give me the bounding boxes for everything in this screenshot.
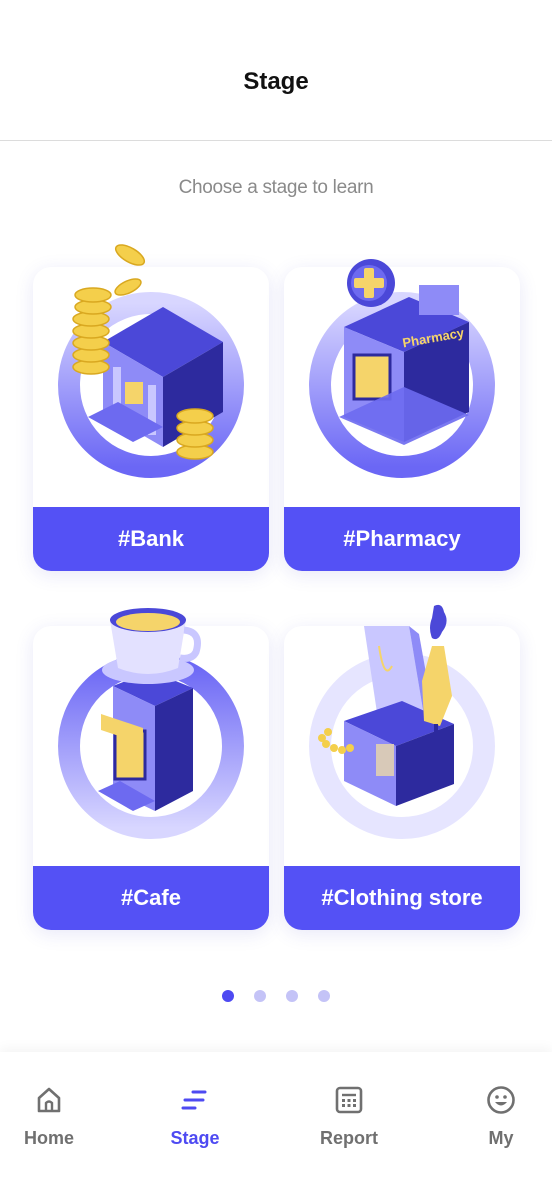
clothing-store-illustration (309, 626, 495, 839)
nav-stage[interactable]: Stage (145, 1082, 245, 1162)
bottom-navigation: Home Stage Report My (0, 1052, 552, 1194)
stage-card-pharmacy[interactable]: Pharmacy #Pharmacy (284, 267, 520, 571)
page-dot-4[interactable] (318, 990, 330, 1002)
stage-subtitle: Choose a stage to learn (178, 177, 374, 198)
smiley-icon (483, 1082, 519, 1118)
nav-label-my: My (488, 1128, 514, 1148)
cafe-illustration (58, 653, 244, 839)
stage-label-bank: #Bank (33, 507, 269, 571)
nav-label-home: Home (23, 1128, 74, 1148)
stage-card-bank[interactable]: #Bank (33, 267, 269, 571)
pagination-dots (0, 990, 552, 1002)
home-icon (31, 1082, 67, 1118)
stage-card-clothing-store[interactable]: #Clothing store (284, 626, 520, 930)
nav-my[interactable]: My (451, 1082, 551, 1162)
bank-illustration (58, 278, 244, 478)
stage-label-clothing-store: #Clothing store (284, 866, 520, 930)
calculator-icon (331, 1082, 367, 1118)
flying-coin-icon (114, 244, 146, 266)
page-dot-1[interactable] (222, 990, 234, 1002)
nav-label-stage: Stage (170, 1128, 220, 1148)
page-dot-2[interactable] (254, 990, 266, 1002)
nav-home[interactable]: Home (0, 1082, 99, 1162)
stage-label-cafe: #Cafe (33, 866, 269, 930)
pharmacy-illustration: Pharmacy (309, 285, 495, 478)
stage-card-cafe[interactable]: #Cafe (33, 626, 269, 930)
stage-icon (177, 1082, 213, 1118)
nav-label-report: Report (320, 1128, 378, 1148)
stage-label-pharmacy: #Pharmacy (284, 507, 520, 571)
page-title: Stage (243, 68, 309, 95)
app-header: Stage (0, 0, 552, 141)
nav-report[interactable]: Report (299, 1082, 399, 1162)
page-dot-3[interactable] (286, 990, 298, 1002)
